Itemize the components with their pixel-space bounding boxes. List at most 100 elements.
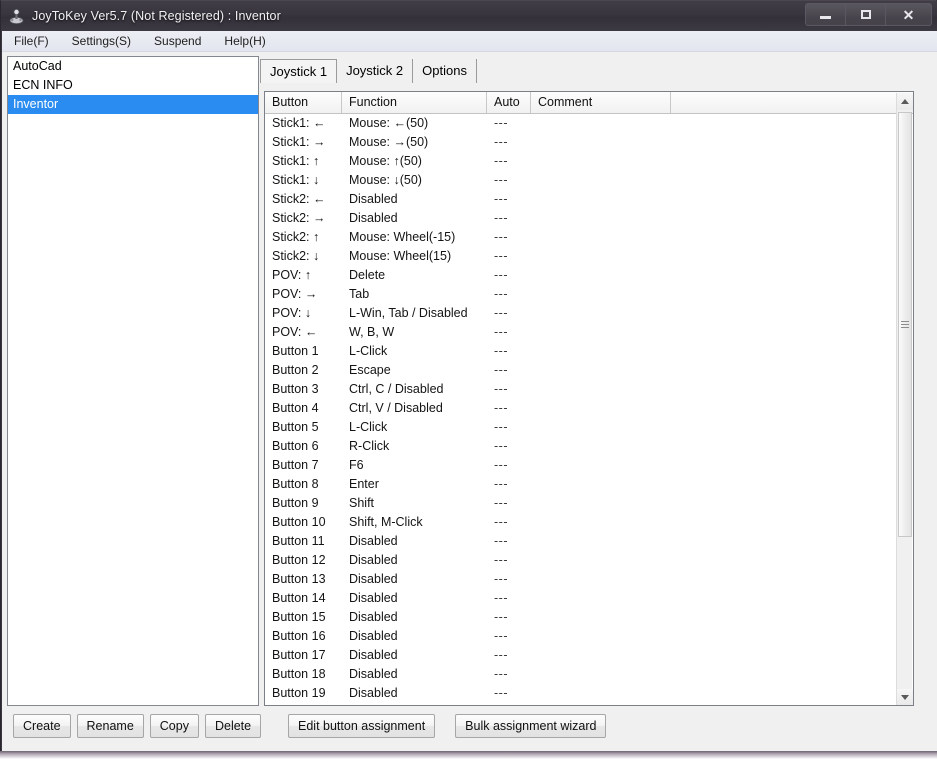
cell-function: Disabled <box>349 610 398 624</box>
cell-function: Shift <box>349 496 375 510</box>
table-row[interactable]: Button 7 F6 --- <box>265 456 913 475</box>
table-header-row: Button Function Auto Comment <box>265 92 913 114</box>
table-row[interactable]: Button 12 Disabled --- <box>265 551 913 570</box>
maximize-icon <box>860 10 871 19</box>
table-row[interactable]: Button 8 Enter --- <box>265 475 913 494</box>
table-row[interactable]: Stick1: ↑ Mouse: ↑(50) --- <box>265 152 913 171</box>
table-row[interactable]: POV: → Tab --- <box>265 285 913 304</box>
cell-button: Button 15 <box>272 610 326 624</box>
column-header-button[interactable]: Button <box>265 92 342 113</box>
assignment-button-bar: Edit button assignment Bulk assignment w… <box>260 710 932 741</box>
cell-auto: --- <box>494 667 508 681</box>
cell-function: Disabled <box>349 686 398 700</box>
menu-item-help[interactable]: Help(H) <box>224 34 265 48</box>
bulk-assignment-wizard-button[interactable]: Bulk assignment wizard <box>455 713 607 738</box>
column-header-extra[interactable] <box>671 92 913 113</box>
copy-button[interactable]: Copy <box>149 713 199 738</box>
table-row[interactable]: Button 2 Escape --- <box>265 361 913 380</box>
rename-button[interactable]: Rename <box>76 713 144 738</box>
table-row[interactable]: Button 11 Disabled --- <box>265 532 913 551</box>
cell-function: Disabled <box>349 667 398 681</box>
cell-auto: --- <box>494 515 508 529</box>
cell-function: Mouse: Wheel(15) <box>349 249 452 263</box>
cell-button: Stick1: ↑ <box>272 154 320 168</box>
assignment-pane: Joystick 1 Joystick 2 Options Button Fun… <box>260 56 932 741</box>
menu-item-file[interactable]: File(F) <box>14 34 49 48</box>
edit-button-assignment-button[interactable]: Edit button assignment <box>288 713 436 738</box>
cell-auto: --- <box>494 496 508 510</box>
cell-function: Mouse: ↑(50) <box>349 154 422 168</box>
minimize-icon <box>820 16 831 19</box>
title-bar[interactable]: JoyToKey Ver5.7 (Not Registered) : Inven… <box>1 1 937 31</box>
table-row[interactable]: Button 6 R-Click --- <box>265 437 913 456</box>
table-row[interactable]: Button 19 Disabled --- <box>265 684 913 703</box>
cell-function: Mouse: ←(50) <box>349 116 429 130</box>
menu-item-settings[interactable]: Settings(S) <box>72 34 131 48</box>
cell-auto: --- <box>494 116 508 130</box>
cell-button: Stick2: ↓ <box>272 249 320 263</box>
cell-function: Disabled <box>349 572 398 586</box>
table-row[interactable]: Stick2: ↓ Mouse: Wheel(15) --- <box>265 247 913 266</box>
table-row[interactable]: Button 13 Disabled --- <box>265 570 913 589</box>
table-row[interactable]: Button 16 Disabled --- <box>265 627 913 646</box>
scroll-down-button[interactable] <box>897 689 913 705</box>
table-row[interactable]: Button 17 Disabled --- <box>265 646 913 665</box>
table-row[interactable]: Button 1 L-Click --- <box>265 342 913 361</box>
list-item[interactable]: Inventor <box>8 95 258 114</box>
cell-auto: --- <box>494 249 508 263</box>
table-row[interactable]: POV: ← W, B, W --- <box>265 323 913 342</box>
close-button[interactable]: ✕ <box>886 4 931 25</box>
table-row[interactable]: Stick1: ← Mouse: ←(50) --- <box>265 114 913 133</box>
cell-function: Ctrl, C / Disabled <box>349 382 444 396</box>
create-button[interactable]: Create <box>13 713 71 738</box>
menu-item-suspend[interactable]: Suspend <box>154 34 201 48</box>
table-scrollbar[interactable] <box>896 93 913 705</box>
minimize-button[interactable] <box>806 4 846 25</box>
scrollbar-thumb[interactable] <box>898 112 912 537</box>
cell-function: F6 <box>349 458 364 472</box>
tab-options[interactable]: Options <box>413 59 477 83</box>
delete-button[interactable]: Delete <box>204 713 262 738</box>
list-item[interactable]: ECN INFO <box>8 76 258 95</box>
tab-joystick-1[interactable]: Joystick 1 <box>260 59 338 83</box>
profile-pane: AutoCad ECN INFO Inventor Create Rename … <box>7 56 262 741</box>
table-row[interactable]: Button 3 Ctrl, C / Disabled --- <box>265 380 913 399</box>
cell-auto: --- <box>494 211 508 225</box>
table-row[interactable]: Stick2: ↑ Mouse: Wheel(-15) --- <box>265 228 913 247</box>
table-row[interactable]: POV: ↓ L-Win, Tab / Disabled --- <box>265 304 913 323</box>
application-window: JoyToKey Ver5.7 (Not Registered) : Inven… <box>0 0 937 759</box>
column-header-comment[interactable]: Comment <box>531 92 671 113</box>
table-row[interactable]: Button 10 Shift, M-Click --- <box>265 513 913 532</box>
cell-auto: --- <box>494 268 508 282</box>
table-row[interactable]: Stick2: → Disabled --- <box>265 209 913 228</box>
list-item[interactable]: AutoCad <box>8 57 258 76</box>
cell-button: Button 8 <box>272 477 319 491</box>
cell-button: Button 7 <box>272 458 319 472</box>
table-row[interactable]: Stick1: ↓ Mouse: ↓(50) --- <box>265 171 913 190</box>
window-bottom-edge <box>0 751 937 759</box>
cell-button: Button 14 <box>272 591 326 605</box>
scroll-up-button[interactable] <box>897 93 913 110</box>
tab-joystick-2[interactable]: Joystick 2 <box>337 59 414 83</box>
table-row[interactable]: Button 5 L-Click --- <box>265 418 913 437</box>
cell-button: Button 12 <box>272 553 326 567</box>
table-row[interactable]: Button 4 Ctrl, V / Disabled --- <box>265 399 913 418</box>
table-row[interactable]: Button 14 Disabled --- <box>265 589 913 608</box>
cell-function: Disabled <box>349 534 398 548</box>
table-row[interactable]: Button 15 Disabled --- <box>265 608 913 627</box>
table-row[interactable]: Button 9 Shift --- <box>265 494 913 513</box>
maximize-button[interactable] <box>846 4 886 25</box>
table-row[interactable]: Stick1: → Mouse: →(50) --- <box>265 133 913 152</box>
table-row[interactable]: Stick2: ← Disabled --- <box>265 190 913 209</box>
cell-auto: --- <box>494 648 508 662</box>
table-row[interactable]: POV: ↑ Delete --- <box>265 266 913 285</box>
cell-auto: --- <box>494 553 508 567</box>
cell-button: Button 19 <box>272 686 326 700</box>
table-row[interactable]: Button 18 Disabled --- <box>265 665 913 684</box>
column-header-function[interactable]: Function <box>342 92 487 113</box>
cell-function: Disabled <box>349 648 398 662</box>
cell-auto: --- <box>494 154 508 168</box>
cell-button: Button 18 <box>272 667 326 681</box>
column-header-auto[interactable]: Auto <box>487 92 531 113</box>
profile-list[interactable]: AutoCad ECN INFO Inventor <box>7 56 259 706</box>
